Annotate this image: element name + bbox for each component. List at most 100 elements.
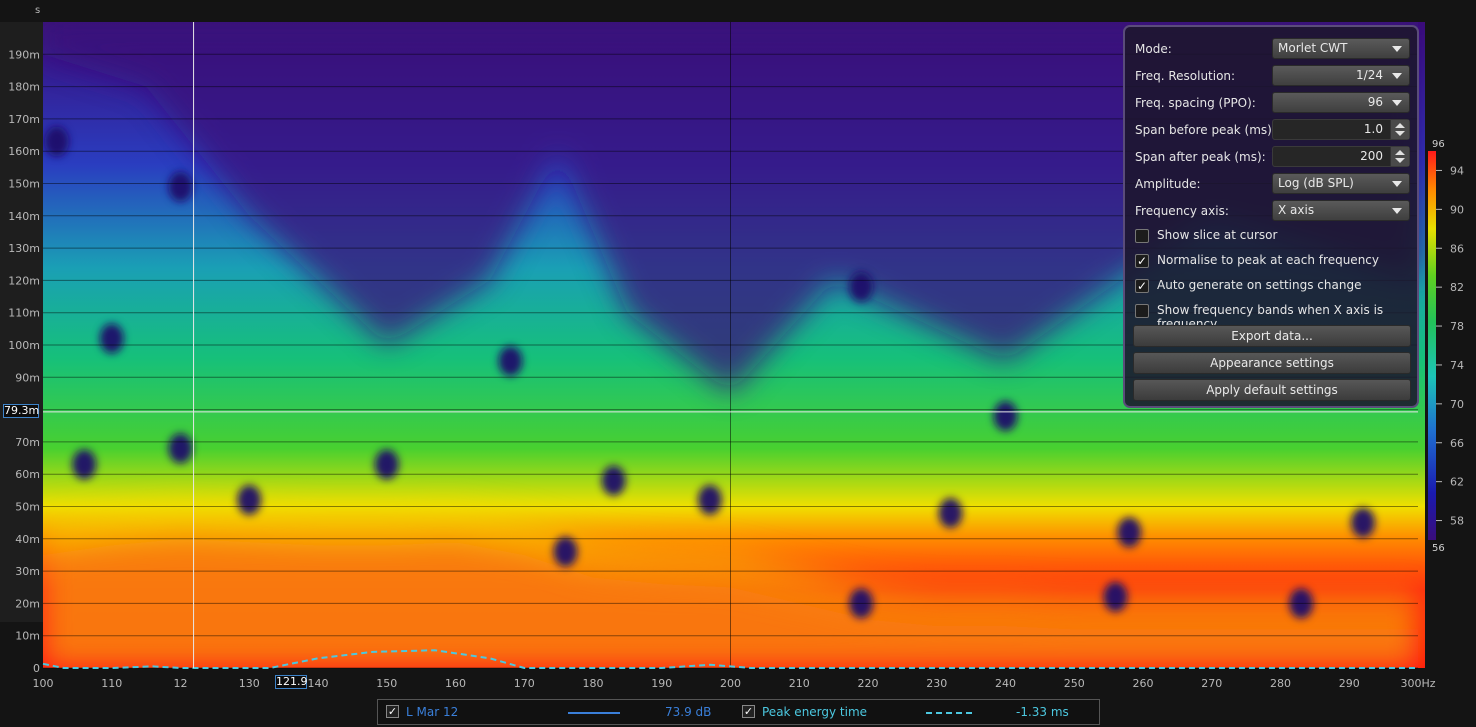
settings-panel: Mode: Morlet CWT Freq. Resolution: 1/24 … — [1123, 25, 1419, 408]
y-tick-label: 30m — [15, 565, 40, 578]
heatmap-dip — [72, 449, 97, 480]
y-tick-label: 150m — [8, 178, 40, 191]
y-tick-label: 10m — [15, 630, 40, 643]
x-tick-label: 130 — [239, 677, 260, 690]
span-before-label: Span before peak (ms): — [1135, 123, 1276, 137]
colorbar-tick-label: 86 — [1450, 242, 1464, 255]
spin-buttons[interactable] — [1390, 120, 1409, 139]
chevron-down-icon — [1392, 100, 1402, 106]
auto-generate-checkbox[interactable]: ✓ — [1135, 279, 1149, 293]
span-after-label: Span after peak (ms): — [1135, 150, 1266, 164]
y-tick-label: 0 — [33, 662, 40, 675]
heatmap-dip — [99, 323, 124, 354]
x-tick-label: 300Hz — [1400, 677, 1435, 690]
legend: ✓ L Mar 12 73.9 dB ✓ Peak energy time -1… — [377, 699, 1100, 725]
colorbar-tick-label: 62 — [1450, 476, 1464, 489]
x-tick-label: 240 — [995, 677, 1016, 690]
series1-name: L Mar 12 — [406, 705, 459, 719]
chevron-down-icon — [1392, 181, 1402, 187]
chevron-down-icon — [1392, 46, 1402, 52]
mode-select[interactable]: Morlet CWT — [1272, 38, 1410, 59]
show-slice-checkbox[interactable] — [1135, 229, 1149, 243]
y-tick-label: 120m — [8, 274, 40, 287]
span-before-spinner[interactable]: 1.0 — [1272, 119, 1410, 140]
x-tick-label: 270 — [1201, 677, 1222, 690]
y-tick-label: 190m — [8, 48, 40, 61]
colorbar-tick-label: 66 — [1450, 437, 1464, 450]
y-tick-label: 170m — [8, 113, 40, 126]
colorbar-min-label: 56 — [1432, 543, 1445, 554]
heatmap-dip — [168, 171, 193, 202]
colorbar-tick-label: 58 — [1450, 515, 1464, 528]
y-tick-label: 70m — [15, 436, 40, 449]
x-tick-label: 250 — [1064, 677, 1085, 690]
series1-swatch — [568, 712, 620, 714]
x-tick-label: 220 — [858, 677, 879, 690]
colorbar — [1428, 151, 1436, 540]
freq-resolution-select[interactable]: 1/24 — [1272, 65, 1410, 86]
heatmap-dip — [697, 485, 722, 516]
colorbar-tick-label: 74 — [1450, 359, 1464, 372]
y-tick-label: 90m — [15, 371, 40, 384]
x-tick-label: 12 — [174, 677, 188, 690]
chevron-down-icon[interactable] — [1395, 158, 1405, 163]
colorbar-tick-label: 70 — [1450, 398, 1464, 411]
auto-generate-label: Auto generate on settings change — [1157, 278, 1362, 292]
series2-name: Peak energy time — [762, 705, 868, 719]
series2-checkbox[interactable]: ✓ — [742, 705, 755, 718]
normalise-checkbox[interactable]: ✓ — [1135, 254, 1149, 268]
amplitude-select[interactable]: Log (dB SPL) — [1272, 173, 1410, 194]
spin-buttons[interactable] — [1390, 147, 1409, 166]
span-after-spinner[interactable]: 200 — [1272, 146, 1410, 167]
freq-resolution-label: Freq. Resolution: — [1135, 69, 1236, 83]
colorbar-tick-label: 82 — [1450, 281, 1464, 294]
chevron-up-icon[interactable] — [1395, 150, 1405, 155]
x-tick-label: 160 — [445, 677, 466, 690]
colorbar-max-label: 96 — [1432, 139, 1445, 150]
chevron-down-icon[interactable] — [1395, 131, 1405, 136]
show-bands-checkbox[interactable] — [1135, 304, 1149, 318]
heatmap-dip — [44, 126, 69, 157]
x-tick-label: 230 — [926, 677, 947, 690]
x-tick-label: 190 — [651, 677, 672, 690]
appearance-settings-button[interactable]: Appearance settings — [1133, 352, 1411, 374]
heatmap-dip — [938, 497, 963, 528]
heatmap-dip — [849, 271, 874, 302]
frequency-axis-select[interactable]: X axis — [1272, 200, 1410, 221]
series1-checkbox[interactable]: ✓ — [386, 705, 399, 718]
heatmap-dip — [993, 401, 1018, 432]
amplitude-value: Log (dB SPL) — [1278, 176, 1354, 190]
x-tick-label: 150 — [376, 677, 397, 690]
heatmap-dip — [601, 465, 626, 496]
frequency-axis-label: Frequency axis: — [1135, 204, 1229, 218]
frequency-axis-value: X axis — [1278, 203, 1315, 217]
freq-spacing-select[interactable]: 96 — [1272, 92, 1410, 113]
x-tick-label: 290 — [1339, 677, 1360, 690]
freq-spacing-value: 96 — [1367, 95, 1383, 109]
normalise-label: Normalise to peak at each frequency — [1157, 253, 1379, 267]
heatmap-dip — [1117, 517, 1142, 548]
chevron-up-icon[interactable] — [1395, 123, 1405, 128]
series2-swatch — [926, 712, 976, 714]
chevron-down-icon — [1392, 208, 1402, 214]
freq-spacing-label: Freq. spacing (PPO): — [1135, 96, 1256, 110]
cursor-y-readout: 79.3m — [3, 404, 40, 418]
series1-value: 73.9 dB — [665, 705, 712, 719]
x-tick-label: 110 — [101, 677, 122, 690]
apply-default-settings-button[interactable]: Apply default settings — [1133, 379, 1411, 401]
y-tick-label: 60m — [15, 468, 40, 481]
y-tick-label: 100m — [8, 339, 40, 352]
x-tick-label: 280 — [1270, 677, 1291, 690]
export-data-button[interactable]: Export data... — [1133, 325, 1411, 347]
y-tick-label: 130m — [8, 242, 40, 255]
amplitude-label: Amplitude: — [1135, 177, 1201, 191]
series2-value: -1.33 ms — [1016, 705, 1069, 719]
x-tick-label: 140 — [308, 677, 329, 690]
y-tick-label: 40m — [15, 533, 40, 546]
heatmap-dip — [237, 485, 262, 516]
x-tick-label: 210 — [789, 677, 810, 690]
x-tick-label: 180 — [583, 677, 604, 690]
x-tick-label: 200 — [720, 677, 741, 690]
y-tick-label: 160m — [8, 145, 40, 158]
chevron-down-icon — [1392, 73, 1402, 79]
